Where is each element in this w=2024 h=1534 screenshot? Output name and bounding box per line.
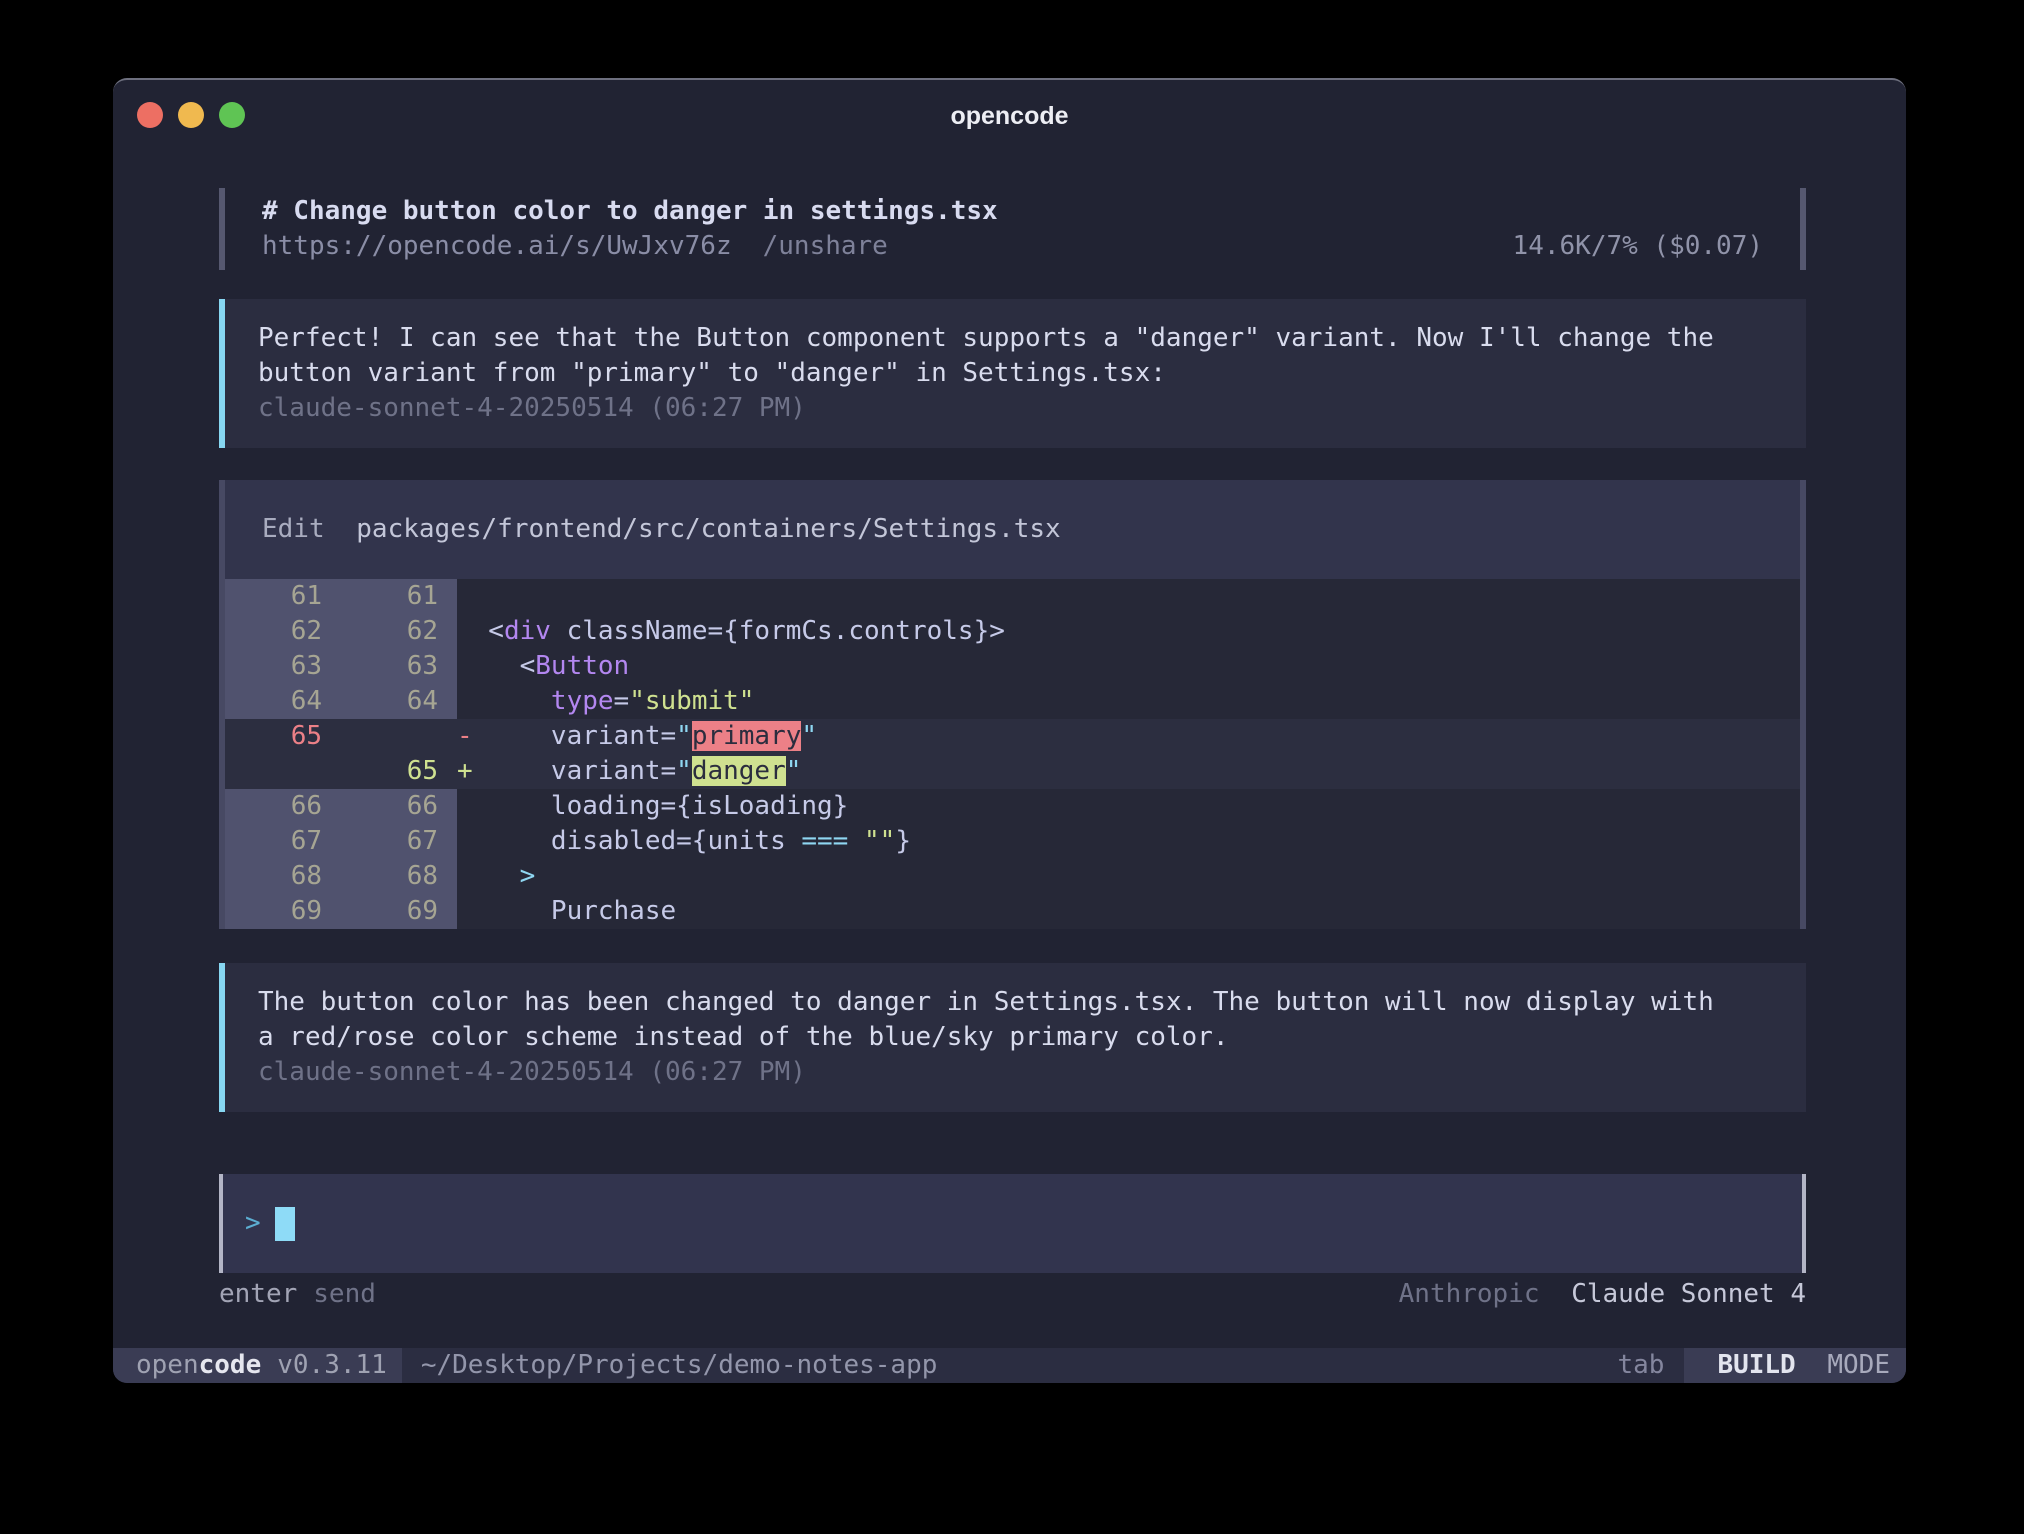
diff-row: 6464 type="submit" xyxy=(225,684,1800,719)
diff-line-numbers: 6767 xyxy=(225,824,457,859)
diff-row: 6868 > xyxy=(225,859,1800,894)
diff-line-numbers: 6464 xyxy=(225,684,457,719)
mode-name: BUILD xyxy=(1717,1350,1795,1380)
window-title: opencode xyxy=(113,80,1906,152)
app-name-bold: code xyxy=(199,1348,262,1383)
diff-code-line: > xyxy=(457,859,1800,894)
edit-tool-block: Edit packages/frontend/src/containers/Se… xyxy=(219,480,1806,929)
diff-row: 65+ variant="danger" xyxy=(225,754,1800,789)
diff-row: 6969 Purchase xyxy=(225,894,1800,929)
diff-row: 6767 disabled={units === ""} xyxy=(225,824,1800,859)
diff-row: 6666 loading={isLoading} xyxy=(225,789,1800,824)
diff-line-numbers: 6969 xyxy=(225,894,457,929)
diff-table: 61616262 <div className={formCs.controls… xyxy=(225,579,1800,929)
diff-code-line: Purchase xyxy=(457,894,1800,929)
working-directory: ~/Desktop/Projects/demo-notes-app xyxy=(421,1348,938,1383)
model-indicator: Anthropic Claude Sonnet 4 xyxy=(1399,1277,1806,1312)
model-name: Claude Sonnet 4 xyxy=(1571,1279,1806,1309)
diff-row: 6262 <div className={formCs.controls}> xyxy=(225,614,1800,649)
prompt-chevron-icon: > xyxy=(245,1206,261,1241)
diff-line-numbers: 6868 xyxy=(225,859,457,894)
edit-file-path: packages/frontend/src/containers/Setting… xyxy=(356,514,1060,544)
app-name-normal: open xyxy=(136,1348,199,1383)
diff-code-line: <div className={formCs.controls}> xyxy=(457,614,1800,649)
diff-line-numbers: 6161 xyxy=(225,579,457,614)
session-header: # Change button color to danger in setti… xyxy=(219,188,1806,270)
enter-key-hint: enter xyxy=(219,1277,297,1312)
diff-row: 6363 <Button xyxy=(225,649,1800,684)
diff-line-numbers: 6363 xyxy=(225,649,457,684)
diff-code-line xyxy=(457,579,1800,614)
send-hint-label: send xyxy=(313,1277,376,1312)
diff-code-line: - variant="primary" xyxy=(457,719,1800,754)
diff-row: 6161 xyxy=(225,579,1800,614)
message-meta: claude-sonnet-4-20250514 (06:27 PM) xyxy=(258,1055,1786,1090)
title-bar: opencode xyxy=(113,80,1906,152)
assistant-message: Perfect! I can see that the Button compo… xyxy=(219,299,1806,448)
composer-footer: enter send Anthropic Claude Sonnet 4 xyxy=(219,1277,1806,1312)
app-version-chip: open code v0.3.11 xyxy=(113,1348,402,1383)
provider-name: Anthropic xyxy=(1399,1279,1540,1309)
diff-line-numbers: 6666 xyxy=(225,789,457,824)
assistant-message: The button color has been changed to dan… xyxy=(219,963,1806,1112)
tab-key-hint[interactable]: tab xyxy=(1617,1348,1664,1383)
diff-line-numbers: 65 xyxy=(225,754,457,789)
prompt-input[interactable]: > xyxy=(219,1174,1806,1273)
text-cursor xyxy=(275,1207,295,1241)
terminal-window: opencode # Change button color to danger… xyxy=(113,78,1906,1383)
diff-line-numbers: 65 xyxy=(225,719,457,754)
diff-code-line: loading={isLoading} xyxy=(457,789,1800,824)
share-url[interactable]: https://opencode.ai/s/UwJxv76z xyxy=(262,229,732,264)
context-usage: 14.6K/7% ($0.07) xyxy=(1513,229,1800,264)
app-version: v0.3.11 xyxy=(277,1348,387,1383)
unshare-command: /unshare xyxy=(763,229,888,264)
message-text: The button color has been changed to dan… xyxy=(258,985,1786,1055)
diff-code-line: type="submit" xyxy=(457,684,1800,719)
diff-code-line: disabled={units === ""} xyxy=(457,824,1800,859)
message-meta: claude-sonnet-4-20250514 (06:27 PM) xyxy=(258,391,1786,426)
edit-tool-header: Edit packages/frontend/src/containers/Se… xyxy=(225,480,1800,579)
diff-code-line: + variant="danger" xyxy=(457,754,1800,789)
session-title: # Change button color to danger in setti… xyxy=(262,194,1800,229)
status-bar: open code v0.3.11 ~/Desktop/Projects/dem… xyxy=(113,1348,1906,1383)
edit-action-label: Edit xyxy=(262,514,325,544)
mode-chip: BUILD MODE xyxy=(1684,1348,1906,1383)
diff-code-line: <Button xyxy=(457,649,1800,684)
message-text: Perfect! I can see that the Button compo… xyxy=(258,321,1786,391)
diff-line-numbers: 6262 xyxy=(225,614,457,649)
diff-row: 65- variant="primary" xyxy=(225,719,1800,754)
mode-suffix: MODE xyxy=(1827,1350,1890,1380)
